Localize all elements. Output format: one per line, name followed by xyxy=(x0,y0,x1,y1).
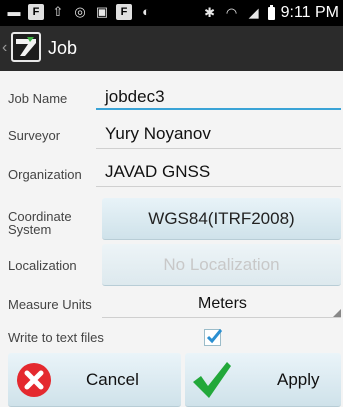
measure-units-row: Measure Units Meters xyxy=(0,290,343,322)
coordinate-system-row: Coordinate System WGS84(ITRF2008) xyxy=(0,196,343,244)
android-icon: ◐ xyxy=(142,4,150,19)
job-name-row: Job Name jobdec3 xyxy=(0,71,343,116)
localization-button[interactable]: No Localization xyxy=(102,244,341,286)
signal-icon: ◢ xyxy=(248,5,259,20)
cancel-button[interactable]: Cancel xyxy=(8,353,181,407)
image-icon: ▣ xyxy=(95,4,109,19)
organization-row: Organization JAVAD GNSS xyxy=(0,156,343,196)
coordinate-system-button[interactable]: WGS84(ITRF2008) xyxy=(102,198,341,240)
surveyor-input[interactable]: Yury Noyanov xyxy=(105,124,211,144)
dropdown-corner-icon xyxy=(333,309,341,317)
person-upload-icon: ⇧ xyxy=(52,4,64,19)
organization-underline xyxy=(96,186,341,187)
measure-units-underline xyxy=(102,317,341,318)
organization-label: Organization xyxy=(8,167,82,182)
apply-button[interactable]: Apply xyxy=(185,353,341,407)
localization-label: Localization xyxy=(8,258,77,273)
organization-input[interactable]: JAVAD GNSS xyxy=(105,162,210,182)
surveyor-label: Surveyor xyxy=(8,128,61,143)
checkmark-icon xyxy=(206,329,222,344)
job-name-underline xyxy=(96,108,341,110)
job-name-label: Job Name xyxy=(8,91,68,106)
flipboard-icon: F xyxy=(116,4,132,20)
message-icon: ▬ xyxy=(7,4,21,19)
status-time: 9:11 PM xyxy=(280,4,339,21)
measure-units-select[interactable]: Meters xyxy=(198,294,247,314)
back-chevron-icon[interactable]: ‹ xyxy=(2,38,7,58)
cancel-x-icon xyxy=(17,363,51,397)
cancel-label: Cancel xyxy=(86,370,139,389)
flipboard-icon: F xyxy=(28,4,44,20)
write-text-files-label: Write to text files xyxy=(8,330,104,345)
notification-icons: ▬ F ⇧ ◎ ▣ F ◐ xyxy=(6,4,154,20)
apply-check-icon xyxy=(193,362,231,398)
alarm-icon: ◎ xyxy=(74,4,86,19)
status-bar: ▬ F ⇧ ◎ ▣ F ◐ ✱ ◠ ◢ 9:11 PM xyxy=(0,0,343,26)
action-bar: ‹ Job xyxy=(0,26,343,71)
surveyor-underline xyxy=(96,148,341,149)
write-text-files-row: Write to text files xyxy=(0,322,343,353)
measure-units-label: Measure Units xyxy=(8,297,92,312)
coordinate-system-label: Coordinate System xyxy=(8,209,72,237)
system-icons: ✱ ◠ ◢ 9:11 PM xyxy=(202,3,339,23)
job-name-input[interactable]: jobdec3 xyxy=(105,87,165,107)
localization-row: Localization No Localization xyxy=(0,244,343,290)
apply-label: Apply xyxy=(277,370,320,389)
write-text-files-checkbox[interactable] xyxy=(204,329,222,346)
wifi-icon: ◠ xyxy=(225,5,238,20)
app-logo-icon[interactable] xyxy=(11,32,41,62)
page-title: Job xyxy=(48,38,78,58)
surveyor-row: Surveyor Yury Noyanov xyxy=(0,116,343,156)
battery-icon xyxy=(267,4,275,20)
bluetooth-icon: ✱ xyxy=(204,5,216,20)
